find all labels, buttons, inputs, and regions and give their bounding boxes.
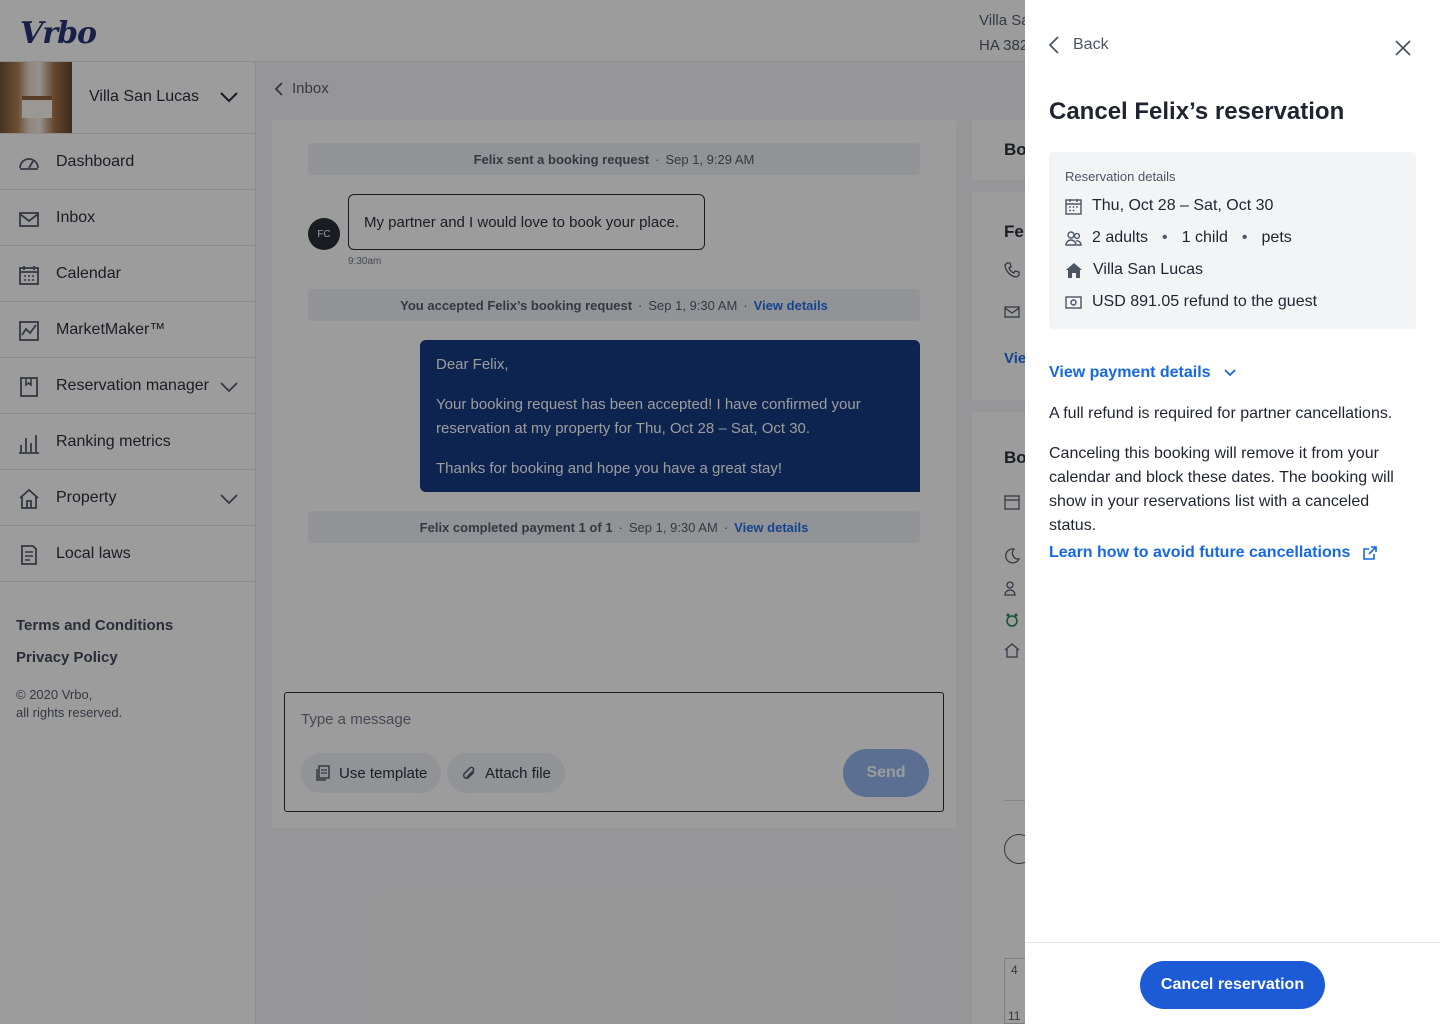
guests-icon: [1065, 230, 1082, 246]
reservation-details-heading: Reservation details: [1065, 169, 1176, 184]
reservation-property-row: Villa San Lucas: [1065, 258, 1203, 282]
reservation-property: Villa San Lucas: [1093, 261, 1203, 278]
separator-dot: •: [1162, 229, 1168, 246]
calendar-icon: [1065, 198, 1082, 215]
back-button[interactable]: Back: [1049, 36, 1109, 54]
learn-cancellations-link[interactable]: Learn how to avoid future cancellations: [1049, 544, 1378, 562]
guest-children: 1 child: [1181, 229, 1228, 246]
view-payment-details-toggle[interactable]: View payment details: [1049, 364, 1237, 382]
guest-pets: pets: [1261, 229, 1292, 246]
cancellation-effect-text: Canceling this booking will remove it fr…: [1049, 445, 1394, 534]
reservation-dates-row: Thu, Oct 28 – Sat, Oct 30: [1065, 194, 1273, 218]
reservation-guests-row: 2 adults • 1 child • pets: [1065, 226, 1292, 250]
modal-backdrop[interactable]: [0, 0, 1025, 1024]
reservation-refund-row: USD 891.05 refund to the guest: [1065, 290, 1317, 314]
cancel-reservation-button[interactable]: Cancel reservation: [1140, 961, 1325, 1009]
separator-dot: •: [1241, 229, 1248, 246]
money-icon: [1065, 295, 1082, 309]
chevron-down-icon: [1223, 369, 1236, 377]
chevron-left-icon: [1049, 36, 1059, 54]
guest-adults: 2 adults: [1092, 229, 1149, 246]
close-icon[interactable]: [1393, 38, 1413, 58]
external-link-icon: [1363, 546, 1378, 560]
reservation-dates: Thu, Oct 28 – Sat, Oct 30: [1092, 197, 1274, 214]
drawer-footer: Cancel reservation: [1025, 942, 1440, 1024]
drawer-title: Cancel Felix’s reservation: [1049, 98, 1345, 125]
refund-amount: USD 891.05 refund to the guest: [1092, 293, 1318, 310]
reservation-details-box: Reservation details Thu, Oct 28 – Sat, O…: [1049, 152, 1416, 329]
refund-policy-text: A full refund is required for partner ca…: [1049, 405, 1393, 422]
learn-cancellations-label: Learn how to avoid future cancellations: [1049, 544, 1351, 561]
back-label: Back: [1073, 36, 1109, 53]
view-payment-details-label: View payment details: [1049, 364, 1211, 381]
home-icon: [1066, 262, 1082, 278]
cancel-reservation-drawer: Back Cancel Felix’s reservation Reservat…: [1025, 0, 1440, 1024]
